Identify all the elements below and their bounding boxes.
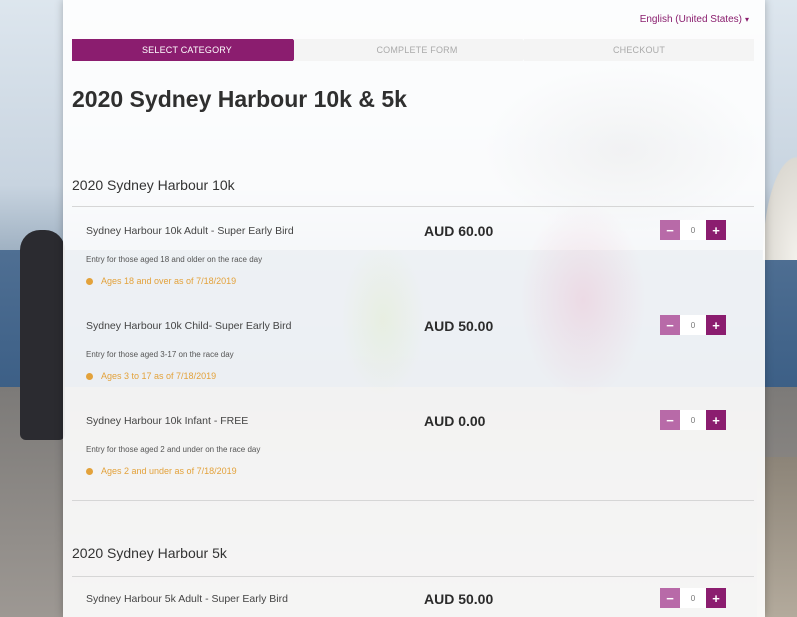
- step-label: COMPLETE FORM: [376, 45, 458, 55]
- increment-button[interactable]: +: [706, 588, 726, 608]
- age-dot-icon: [86, 277, 93, 285]
- quantity-stepper: − 0 +: [660, 588, 726, 608]
- language-label: English (United States): [639, 14, 742, 25]
- ticket-description: Entry for those aged 3-17 on the race da…: [86, 350, 234, 359]
- decrement-button[interactable]: −: [660, 410, 680, 430]
- quantity-input[interactable]: 0: [680, 315, 706, 335]
- ticket-price: AUD 60.00: [424, 223, 494, 239]
- age-text: Ages 2 and under as of 7/18/2019: [101, 466, 237, 476]
- age-dot-icon: [86, 467, 93, 475]
- page-title: 2020 Sydney Harbour 10k & 5k: [72, 86, 407, 112]
- age-text: Ages 3 to 17 as of 7/18/2019: [101, 371, 217, 381]
- step-label: CHECKOUT: [612, 45, 666, 55]
- ticket-price: AUD 50.00: [424, 591, 494, 607]
- ticket-age-requirement: Ages 2 and under as of 7/18/2019: [86, 466, 237, 476]
- increment-button[interactable]: +: [706, 220, 726, 240]
- decrement-button[interactable]: −: [660, 315, 680, 335]
- section-title-10k: 2020 Sydney Harbour 10k: [72, 177, 235, 193]
- step-label: SELECT CATEGORY: [141, 45, 233, 55]
- checkout-steps: SELECT CATEGORY COMPLETE FORM CHECKOUT: [72, 39, 754, 61]
- ticket-price: AUD 50.00: [424, 318, 494, 334]
- divider: [72, 576, 754, 577]
- divider: [72, 206, 754, 207]
- ticket-description: Entry for those aged 2 and under on the …: [86, 445, 261, 454]
- caret-down-icon: ▾: [744, 15, 749, 24]
- quantity-stepper: − 0 +: [660, 410, 726, 430]
- ticket-price: AUD 0.00: [424, 413, 486, 429]
- step-complete-form: COMPLETE FORM: [294, 39, 532, 61]
- ticket-name: Sydney Harbour 10k Adult - Super Early B…: [86, 225, 294, 237]
- ticket-age-requirement: Ages 3 to 17 as of 7/18/2019: [86, 371, 216, 381]
- ticket-name: Sydney Harbour 10k Child- Super Early Bi…: [86, 320, 292, 332]
- age-text: Ages 18 and over as of 7/18/2019: [101, 276, 237, 286]
- step-checkout: CHECKOUT: [524, 39, 754, 61]
- quantity-input[interactable]: 0: [680, 220, 706, 240]
- language-selector[interactable]: English (United States) ▾: [640, 14, 749, 25]
- runner-silhouette: [20, 230, 65, 440]
- divider: [72, 500, 754, 501]
- increment-button[interactable]: +: [706, 410, 726, 430]
- ticket-age-requirement: Ages 18 and over as of 7/18/2019: [86, 276, 236, 286]
- age-dot-icon: [86, 372, 93, 380]
- section-title-5k: 2020 Sydney Harbour 5k: [72, 545, 227, 561]
- quantity-input[interactable]: 0: [680, 410, 706, 430]
- step-select-category: SELECT CATEGORY: [72, 39, 302, 61]
- ticket-name: Sydney Harbour 5k Adult - Super Early Bi…: [86, 593, 288, 605]
- quantity-stepper: − 0 +: [660, 315, 726, 335]
- decrement-button[interactable]: −: [660, 588, 680, 608]
- quantity-stepper: − 0 +: [660, 220, 726, 240]
- decrement-button[interactable]: −: [660, 220, 680, 240]
- increment-button[interactable]: +: [706, 315, 726, 335]
- ticket-description: Entry for those aged 18 and older on the…: [86, 255, 263, 264]
- quantity-input[interactable]: 0: [680, 588, 706, 608]
- ticket-name: Sydney Harbour 10k Infant - FREE: [86, 415, 249, 427]
